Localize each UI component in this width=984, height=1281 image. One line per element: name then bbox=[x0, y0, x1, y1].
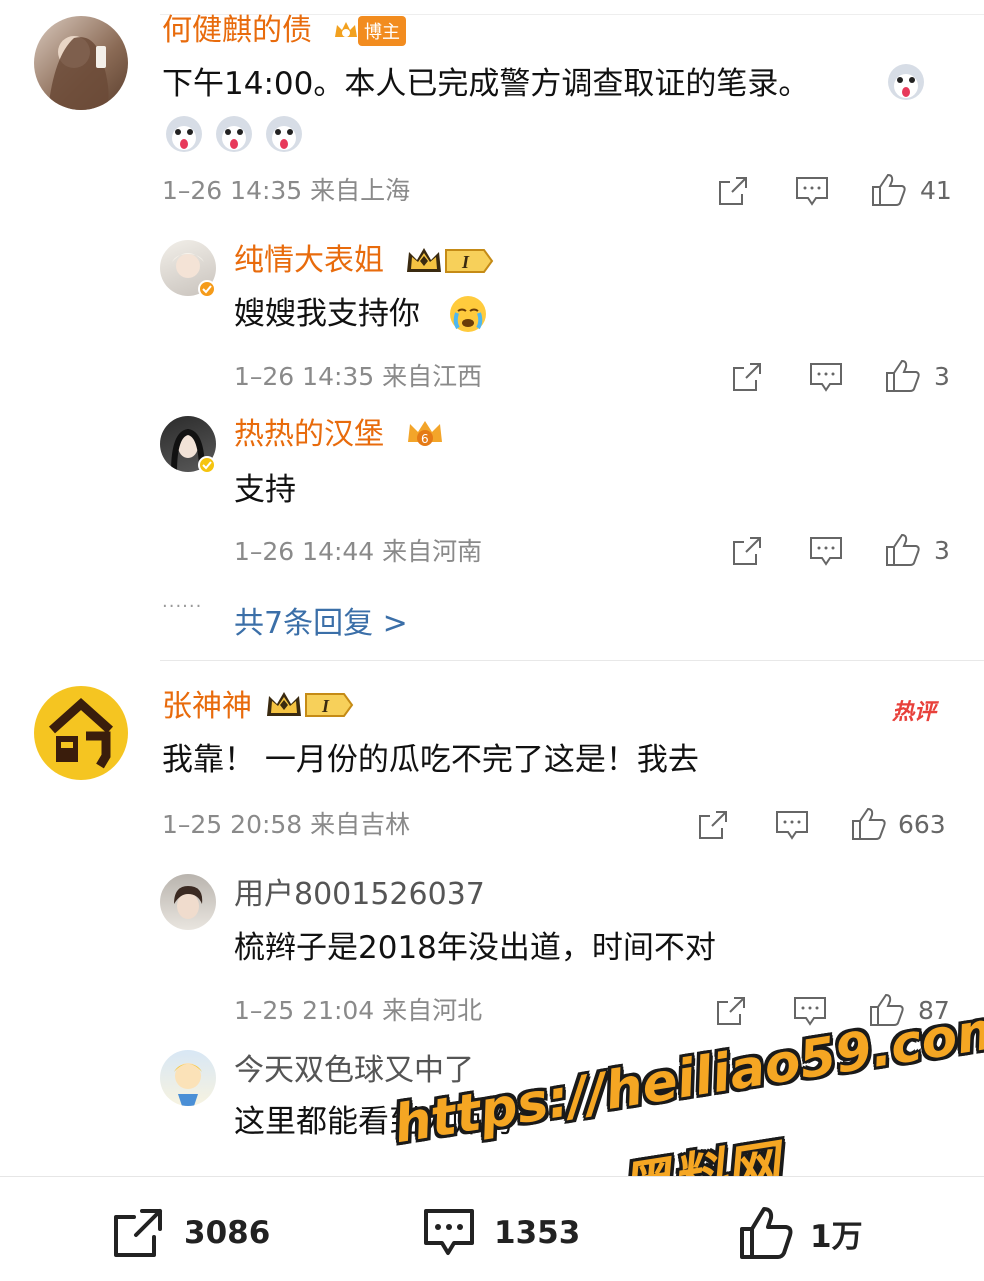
repost-button[interactable]: 3086 bbox=[110, 1205, 270, 1261]
avatar[interactable] bbox=[160, 874, 216, 930]
comment-bubble-icon bbox=[424, 1209, 474, 1255]
like-button[interactable]: 3 bbox=[884, 532, 950, 568]
comment-divider bbox=[160, 660, 984, 661]
hot-comment-tag: 热评 bbox=[892, 700, 937, 725]
reply-meta: 1–26 14:35 来自江西 bbox=[234, 362, 483, 391]
level-badge: I bbox=[404, 244, 496, 278]
like-count: 3 bbox=[934, 535, 950, 565]
share-icon bbox=[719, 177, 747, 205]
share-button[interactable] bbox=[730, 534, 764, 568]
avatar[interactable] bbox=[34, 16, 128, 110]
crown-icon bbox=[335, 22, 357, 37]
thumbs-up-icon bbox=[872, 173, 906, 206]
share-button[interactable] bbox=[716, 174, 750, 208]
comment-text: 下午14:00。本人已完成警方调查取证的笔录。 bbox=[162, 66, 810, 102]
share-icon bbox=[717, 997, 745, 1025]
like-button[interactable]: 3 bbox=[884, 358, 950, 394]
reply-text: 嫂嫂我支持你 bbox=[234, 296, 420, 332]
reply-username[interactable]: 用户8001526037 bbox=[234, 878, 485, 912]
reply-button[interactable] bbox=[774, 808, 810, 842]
reply-button[interactable] bbox=[808, 360, 844, 394]
share-icon bbox=[733, 363, 761, 391]
verified-icon bbox=[198, 456, 216, 474]
husky-emoji-icon bbox=[166, 116, 202, 152]
thumbs-up-icon bbox=[852, 807, 886, 840]
comment-icon bbox=[776, 811, 808, 840]
reply-text: 支持 bbox=[234, 472, 296, 508]
like-post-count: 1万 bbox=[810, 1218, 863, 1255]
reply-meta: 1–25 21:04 来自河北 bbox=[234, 996, 483, 1025]
comment-username[interactable]: 张神神 bbox=[162, 690, 252, 724]
husky-emoji-icon bbox=[216, 116, 252, 152]
share-button[interactable] bbox=[730, 360, 764, 394]
crown-icon bbox=[267, 692, 301, 716]
crown-icon bbox=[407, 248, 441, 272]
level-badge: I bbox=[264, 688, 356, 722]
comment-meta: 1–25 20:58 来自吉林 bbox=[162, 810, 411, 839]
comment-icon bbox=[810, 537, 842, 566]
more-replies-link[interactable]: 共7条回复 > bbox=[234, 598, 408, 642]
thumbs-up-icon bbox=[886, 359, 920, 392]
crown-badge-icon: 6 bbox=[408, 421, 442, 446]
comment-count: 1353 bbox=[494, 1215, 581, 1251]
avatar[interactable] bbox=[160, 1050, 216, 1106]
reply-username[interactable]: 热热的汉堡 bbox=[234, 418, 384, 452]
share-icon bbox=[733, 537, 761, 565]
reply-button[interactable] bbox=[794, 174, 830, 208]
like-count: 3 bbox=[934, 361, 950, 391]
comment-username[interactable]: 何健麒的债 bbox=[162, 14, 312, 48]
comment-icon bbox=[810, 363, 842, 392]
share-icon bbox=[699, 811, 727, 839]
reply-text: 梳辫子是2018年没出道，时间不对 bbox=[234, 930, 716, 966]
blogger-badge: 博主 bbox=[332, 16, 406, 46]
svg-text:6: 6 bbox=[421, 432, 429, 446]
comment-text: 我靠！ 一月份的瓜吃不完了这是！我去 bbox=[162, 742, 699, 778]
level-badge-label: I bbox=[461, 252, 470, 272]
reply-button[interactable] bbox=[808, 534, 844, 568]
verified-icon bbox=[198, 280, 216, 298]
comment-meta: 1–26 14:35 来自上海 bbox=[162, 176, 411, 205]
husky-emoji-icon bbox=[888, 64, 924, 100]
more-replies-dots: ······ bbox=[162, 596, 203, 617]
share-button[interactable] bbox=[696, 808, 730, 842]
comment-icon bbox=[796, 177, 828, 206]
like-button[interactable]: 663 bbox=[850, 806, 946, 842]
comment-icon bbox=[794, 997, 826, 1026]
thumbs-up-icon bbox=[886, 533, 920, 566]
like-count: 663 bbox=[898, 809, 946, 839]
repost-icon bbox=[114, 1209, 162, 1257]
like-post-button[interactable]: 1万 bbox=[738, 1205, 863, 1261]
husky-emoji-icon bbox=[266, 116, 302, 152]
reply-button[interactable] bbox=[792, 994, 828, 1028]
blogger-badge-label: 博主 bbox=[358, 16, 406, 46]
bottom-action-bar: 3086 1353 1万 bbox=[0, 1176, 984, 1281]
reply-username[interactable]: 今天双色球又中了 bbox=[234, 1054, 474, 1088]
like-button[interactable]: 41 bbox=[870, 172, 952, 208]
level-badge-label: I bbox=[321, 696, 330, 716]
comment-button[interactable]: 1353 bbox=[420, 1205, 580, 1261]
reply-username[interactable]: 纯情大表姐 bbox=[234, 244, 384, 278]
repost-count: 3086 bbox=[184, 1215, 271, 1251]
reply-meta: 1–26 14:44 来自河南 bbox=[234, 537, 483, 566]
like-count: 41 bbox=[920, 175, 952, 205]
avatar[interactable] bbox=[34, 686, 128, 780]
crying-emoji-icon bbox=[450, 296, 486, 332]
thumbs-up-icon bbox=[740, 1207, 793, 1259]
share-button[interactable] bbox=[714, 994, 748, 1028]
